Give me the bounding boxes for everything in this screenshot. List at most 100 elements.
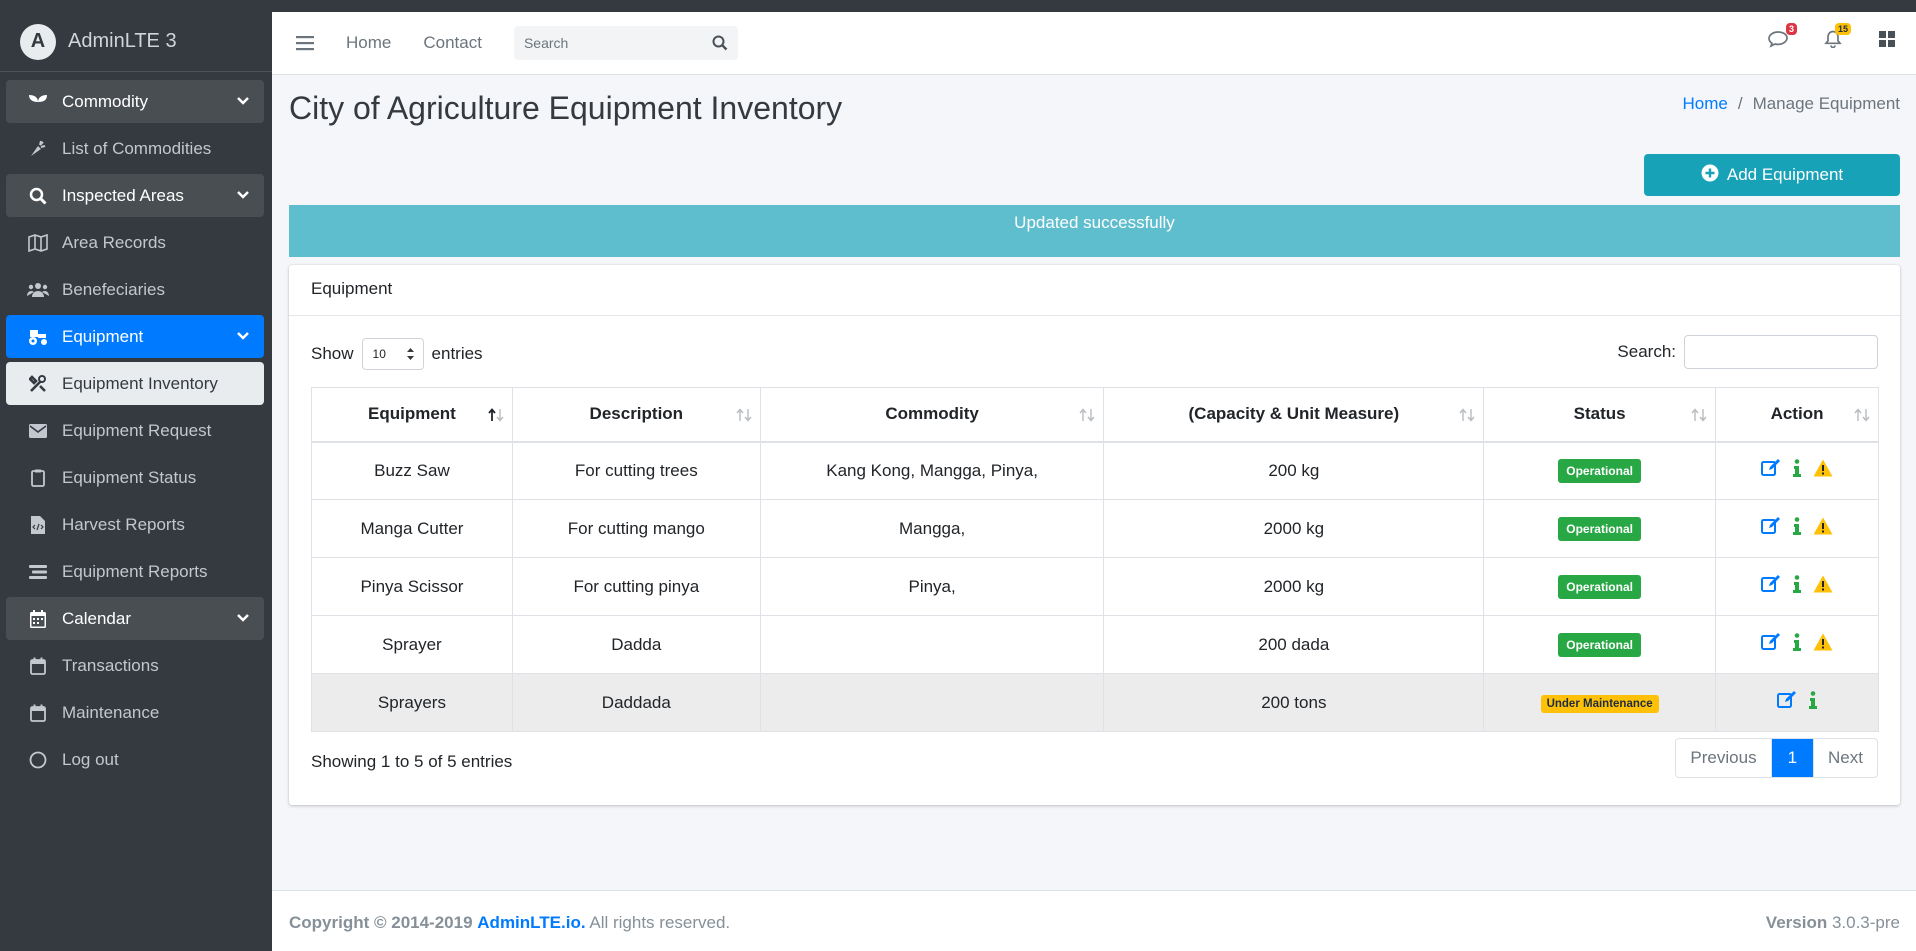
entries-select[interactable]: 10 (361, 338, 424, 370)
pagination-page-1[interactable]: 1 (1771, 739, 1815, 777)
column-header-equipment[interactable]: Equipment (311, 387, 513, 443)
cell-action (1715, 441, 1879, 500)
sidebar-item-area-records[interactable]: Area Records (6, 221, 264, 264)
pagination-next[interactable]: Next (1814, 739, 1877, 777)
sidebar-item-equipment[interactable]: Equipment (6, 315, 264, 358)
cell-action (1715, 557, 1879, 616)
navbar-right: 3 15 (1768, 23, 1896, 53)
cell-capacity: 2000 kg (1103, 557, 1485, 616)
cell-action (1715, 499, 1879, 558)
column-header-description[interactable]: Description (511, 387, 761, 443)
sidebar-item-label: Benefeciaries (62, 279, 166, 299)
table-search-label: Search: (1617, 342, 1676, 361)
sidebar-item-label: Area Records (62, 232, 166, 252)
equipment-card: Equipment Show 10 entries Search: Equipm… (289, 265, 1900, 805)
brand[interactable]: A AdminLTE 3 (0, 12, 272, 72)
chevron-down-icon (236, 187, 250, 207)
sidebar-item-calendar[interactable]: Calendar (6, 597, 264, 640)
topbar: Home Contact Search 3 15 (272, 12, 1916, 75)
nav-home-link[interactable]: Home (346, 33, 391, 53)
entries-label: entries (431, 344, 483, 363)
status-badge: Operational (1558, 632, 1641, 657)
cell-equipment: Sprayers (311, 673, 513, 732)
sidebar-item-equipment-inventory[interactable]: Equipment Inventory (6, 362, 264, 405)
warning-icon[interactable] (1813, 575, 1833, 598)
sidebar-item-harvest-reports[interactable]: Harvest Reports (6, 503, 264, 546)
menu-toggle-icon[interactable] (296, 35, 314, 51)
column-header-capacity[interactable]: (Capacity & Unit Measure) (1103, 387, 1485, 443)
sidebar-item-list-of-commodities[interactable]: List of Commodities (6, 127, 264, 170)
sidebar-item-commodity[interactable]: Commodity (6, 80, 264, 123)
sidebar-item-transactions[interactable]: Transactions (6, 644, 264, 687)
sidebar-item-equipment-status[interactable]: Equipment Status (6, 456, 264, 499)
sidebar-item-label: Equipment Request (62, 420, 212, 440)
sidebar-item-log-out[interactable]: Log out (6, 738, 264, 781)
version-label: Version (1765, 913, 1828, 932)
main-content: City of Agriculture Equipment Inventory … (272, 75, 1916, 890)
breadcrumb-home-link[interactable]: Home (1682, 94, 1727, 113)
sidebar-item-inspected-areas[interactable]: Inspected Areas (6, 174, 264, 217)
notifications-button[interactable]: 15 (1824, 23, 1851, 53)
users-icon (26, 282, 50, 298)
search-icon[interactable] (712, 35, 728, 54)
info-icon[interactable] (1793, 633, 1802, 656)
table-search-input[interactable] (1684, 335, 1878, 369)
footer-copyright: Copyright © 2014-2019 AdminLTE.io. All r… (289, 913, 730, 933)
pagination: Previous 1 Next (1675, 738, 1878, 778)
status-badge: Operational (1558, 574, 1641, 599)
edit-icon[interactable] (1761, 459, 1781, 482)
sidebar-item-maintenance[interactable]: Maintenance (6, 691, 264, 734)
table-header-row: Equipment Description Commodity (Capacit… (311, 387, 1879, 443)
version-value: 3.0.3-pre (1831, 913, 1900, 932)
messages-button[interactable]: 3 (1768, 23, 1797, 53)
pagination-previous[interactable]: Previous (1676, 739, 1772, 777)
sidebar-item-label: Equipment Reports (62, 561, 208, 581)
sidebar-item-benefeciaries[interactable]: Benefeciaries (6, 268, 264, 311)
edit-icon[interactable] (1777, 691, 1797, 714)
entries-select-value: 10 (372, 347, 386, 361)
cell-action (1715, 615, 1879, 674)
table-info: Showing 1 to 5 of 5 entries (311, 752, 513, 771)
envelope-icon (26, 423, 50, 438)
sidebar-item-label: Equipment Inventory (62, 373, 218, 393)
add-equipment-button[interactable]: Add Equipment (1644, 154, 1900, 196)
sidebar-item-equipment-reports[interactable]: Equipment Reports (6, 550, 264, 593)
success-alert: Updated successfully (289, 205, 1900, 257)
tractor-icon (26, 328, 50, 346)
edit-icon[interactable] (1761, 575, 1781, 598)
warning-icon[interactable] (1813, 459, 1833, 482)
column-header-commodity[interactable]: Commodity (759, 387, 1105, 443)
sidebar-item-label: Log out (62, 749, 119, 769)
comments-icon (1768, 30, 1788, 53)
edit-icon[interactable] (1761, 517, 1781, 540)
footer-link[interactable]: AdminLTE.io. (477, 913, 585, 932)
warning-icon[interactable] (1813, 517, 1833, 540)
sort-icon (1079, 407, 1096, 427)
edit-icon[interactable] (1761, 633, 1781, 656)
page-title: City of Agriculture Equipment Inventory (289, 90, 843, 126)
card-title: Equipment (289, 265, 1900, 316)
window-top-strip (0, 0, 1916, 12)
info-icon[interactable] (1793, 459, 1802, 482)
breadcrumb-current: Manage Equipment (1752, 94, 1900, 113)
table-row: Manga Cutter For cutting mango Mangga, 2… (311, 499, 1879, 558)
sort-icon (736, 407, 752, 427)
table-row: Sprayer Dadda 200 dada Operational (311, 615, 1879, 674)
info-icon[interactable] (1809, 691, 1818, 714)
column-header-action[interactable]: Action (1715, 387, 1879, 443)
sidebar-item-label: Inspected Areas (62, 185, 184, 205)
status-badge: Operational (1558, 516, 1641, 541)
notifications-badge: 15 (1834, 23, 1851, 35)
sidebar-item-equipment-request[interactable]: Equipment Request (6, 409, 264, 452)
warning-icon[interactable] (1813, 633, 1833, 656)
cell-commodity (759, 615, 1105, 674)
messages-badge: 3 (1785, 23, 1797, 35)
info-icon[interactable] (1793, 517, 1802, 540)
column-header-status[interactable]: Status (1483, 387, 1717, 443)
nav-contact-link[interactable]: Contact (423, 33, 482, 53)
grid-icon[interactable] (1878, 30, 1896, 53)
sidebar-item-label: Commodity (62, 91, 148, 111)
navbar-search-input[interactable]: Search (513, 26, 738, 60)
cell-description: For cutting pinya (511, 557, 761, 616)
info-icon[interactable] (1793, 575, 1802, 598)
